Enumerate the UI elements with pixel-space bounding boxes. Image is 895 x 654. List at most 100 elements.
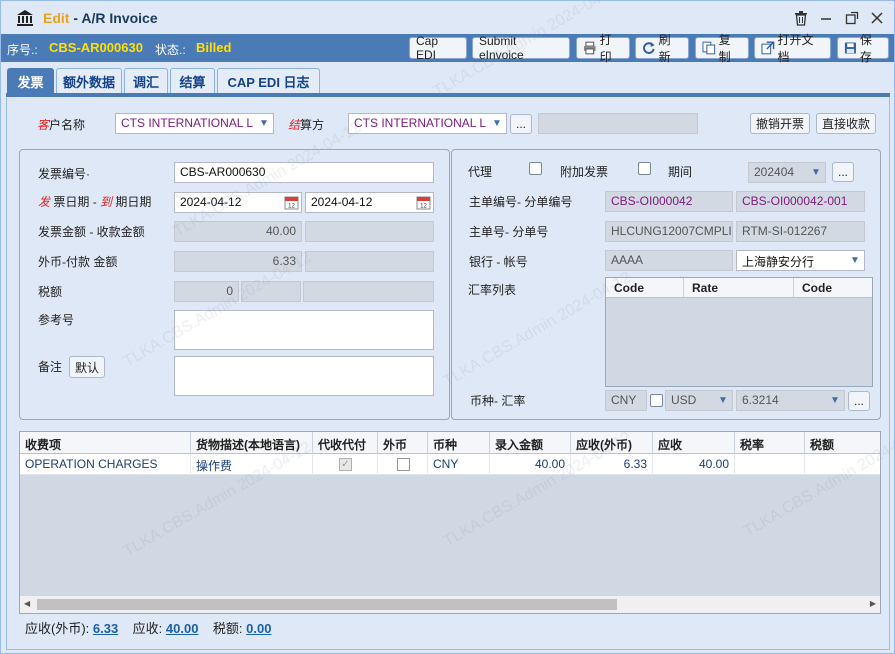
window-mode: Edit bbox=[43, 10, 70, 26]
cap-edi-label: Cap EDI bbox=[416, 34, 439, 62]
reference-input[interactable] bbox=[174, 310, 434, 350]
paid-amount-field bbox=[305, 251, 434, 272]
cap-edi-button[interactable]: Cap EDI bbox=[409, 34, 467, 62]
maximize-icon[interactable] bbox=[843, 9, 861, 27]
invoice-no-label: 发票编号· bbox=[38, 167, 90, 181]
due-date-field[interactable]: 2024-04-12 12 bbox=[305, 192, 434, 213]
hbl-field: RTM-SI-012267 bbox=[736, 221, 865, 242]
extra-invoice-checkbox[interactable] bbox=[638, 162, 651, 175]
customer-name-combo[interactable]: CTS INTERNATIONAL L ▼ bbox=[115, 113, 274, 134]
tax-field: 0 bbox=[174, 281, 239, 302]
settlement-extra-field bbox=[538, 113, 698, 134]
period-more-button[interactable]: ... bbox=[832, 162, 854, 182]
col-currency[interactable]: 币种 bbox=[428, 432, 490, 454]
state-value: Billed bbox=[196, 40, 232, 55]
col-ar[interactable]: 应收 bbox=[653, 432, 735, 454]
fx-currency-combo[interactable]: USD ▼ bbox=[665, 390, 733, 411]
col-collect[interactable]: 代收代付 bbox=[313, 432, 378, 454]
cell-foreign-currency bbox=[378, 454, 428, 475]
rate-list-grid[interactable]: Code Rate Code bbox=[605, 277, 873, 387]
totals-footer: 应收(外币): 6.33 应收: 40.00 税额: 0.00 bbox=[25, 618, 271, 637]
chevron-down-icon[interactable]: ▼ bbox=[255, 114, 273, 133]
invoice-amount-field: 40.00 bbox=[174, 221, 302, 242]
tab-exchange-adjust[interactable]: 调汇 bbox=[124, 68, 168, 94]
bank-icon bbox=[17, 10, 33, 26]
cell-charge-item: OPERATION CHARGES bbox=[20, 454, 191, 475]
bank-label: 银行 - 帐号 bbox=[469, 255, 528, 269]
col-foreign-currency[interactable]: 外币 bbox=[378, 432, 428, 454]
rate-col-code-2[interactable]: Code bbox=[794, 278, 872, 297]
submit-einvoice-button[interactable]: Submit eInvoice bbox=[472, 34, 570, 62]
mbl-label: 主单号- 分单号 bbox=[469, 225, 549, 239]
tab-cap-edi-log[interactable]: CAP EDI 日志 bbox=[217, 68, 320, 94]
scrollbar-thumb[interactable] bbox=[37, 599, 617, 610]
default-remark-button[interactable]: 默认 bbox=[69, 356, 105, 378]
tab-invoice[interactable]: 发票 bbox=[7, 68, 54, 94]
period-label: 期间 bbox=[668, 165, 693, 179]
open-document-button[interactable]: 打开文档 bbox=[754, 33, 831, 64]
invoice-date-field[interactable]: 2024-04-12 12 bbox=[174, 192, 302, 213]
calendar-icon[interactable]: 12 bbox=[416, 195, 431, 210]
printer-icon bbox=[583, 41, 596, 55]
period-combo[interactable]: 202404 ▼ bbox=[748, 162, 826, 183]
scroll-right-icon[interactable]: ▶ bbox=[870, 599, 876, 608]
settlement-party-label: 结算方 bbox=[288, 118, 325, 132]
fc-checkbox[interactable] bbox=[397, 458, 410, 471]
chevron-down-icon[interactable]: ▼ bbox=[826, 391, 844, 410]
charges-grid[interactable]: 收费项 货物描述(本地语言) 代收代付 外币 币种 录入金额 应收(外币) 应收… bbox=[19, 431, 881, 614]
reference-label: 参考号 bbox=[38, 313, 75, 327]
tab-extra-data[interactable]: 额外数据 bbox=[56, 68, 122, 94]
fx-rate-value: 6.3214 bbox=[742, 393, 779, 407]
rate-col-rate[interactable]: Rate bbox=[684, 278, 794, 297]
col-charge-item[interactable]: 收费项 bbox=[20, 432, 191, 454]
collect-checkbox[interactable]: ✓ bbox=[339, 458, 352, 471]
fx-checkbox[interactable] bbox=[650, 394, 663, 407]
close-icon[interactable] bbox=[868, 9, 886, 27]
chevron-down-icon[interactable]: ▼ bbox=[714, 391, 732, 410]
settlement-more-button[interactable]: ... bbox=[510, 114, 532, 134]
cancel-invoice-button[interactable]: 撤销开票 bbox=[750, 113, 810, 134]
refresh-button[interactable]: 刷新 bbox=[635, 33, 689, 64]
invoice-amount-label: 发票金额 - 收款金额 bbox=[38, 225, 145, 239]
col-ar-fc[interactable]: 应收(外币) bbox=[571, 432, 653, 454]
refresh-label: 刷新 bbox=[658, 33, 671, 64]
print-button[interactable]: 打印 bbox=[576, 33, 630, 64]
settlement-party-combo[interactable]: CTS INTERNATIONAL L ▼ bbox=[348, 113, 507, 134]
col-input-amount[interactable]: 录入金额 bbox=[490, 432, 571, 454]
bank-field: AAAA bbox=[605, 250, 733, 271]
received-amount-field bbox=[305, 221, 434, 242]
horizontal-scrollbar[interactable]: ◀ ▶ bbox=[20, 596, 880, 613]
fx-more-button[interactable]: ... bbox=[848, 391, 870, 411]
invoice-no-field[interactable]: CBS-AR000630 bbox=[174, 162, 434, 183]
calendar-icon[interactable]: 12 bbox=[284, 195, 299, 210]
chevron-down-icon[interactable]: ▼ bbox=[807, 163, 825, 182]
rate-col-code[interactable]: Code bbox=[606, 278, 684, 297]
agent-checkbox[interactable] bbox=[529, 162, 542, 175]
svg-text:12: 12 bbox=[420, 204, 427, 210]
chevron-down-icon[interactable]: ▼ bbox=[846, 251, 864, 270]
total-fc-value[interactable]: 6.33 bbox=[93, 621, 118, 636]
save-button[interactable]: 保存 bbox=[837, 33, 889, 64]
tab-settlement[interactable]: 结算 bbox=[170, 68, 215, 94]
table-row[interactable]: OPERATION CHARGES 操作费 ✓ CNY 40.00 6.33 4… bbox=[20, 454, 880, 475]
rate-list-label: 汇率列表 bbox=[468, 283, 517, 297]
print-label: 打印 bbox=[599, 33, 612, 64]
copy-button[interactable]: 复制 bbox=[695, 33, 749, 64]
total-tax-value[interactable]: 0.00 bbox=[246, 621, 271, 636]
col-tax-rate[interactable]: 税率 bbox=[735, 432, 805, 454]
main-no-field: CBS-OI000042 bbox=[605, 191, 733, 212]
chevron-down-icon[interactable]: ▼ bbox=[488, 114, 506, 133]
trash-icon[interactable] bbox=[792, 9, 810, 27]
cell-description: 操作费 bbox=[191, 454, 313, 475]
minimize-icon[interactable] bbox=[817, 9, 835, 27]
account-combo[interactable]: 上海静安分行 ▼ bbox=[736, 250, 865, 271]
remark-input[interactable] bbox=[174, 356, 434, 396]
total-ar-value[interactable]: 40.00 bbox=[166, 621, 199, 636]
direct-receipt-button[interactable]: 直接收款 bbox=[816, 113, 876, 134]
scroll-left-icon[interactable]: ◀ bbox=[24, 599, 30, 608]
col-tax[interactable]: 税额 bbox=[805, 432, 880, 454]
fx-rate-combo[interactable]: 6.3214 ▼ bbox=[736, 390, 845, 411]
remark-label: 备注 bbox=[38, 360, 63, 374]
seq-value: CBS-AR000630 bbox=[49, 40, 143, 55]
col-description[interactable]: 货物描述(本地语言) bbox=[191, 432, 313, 454]
